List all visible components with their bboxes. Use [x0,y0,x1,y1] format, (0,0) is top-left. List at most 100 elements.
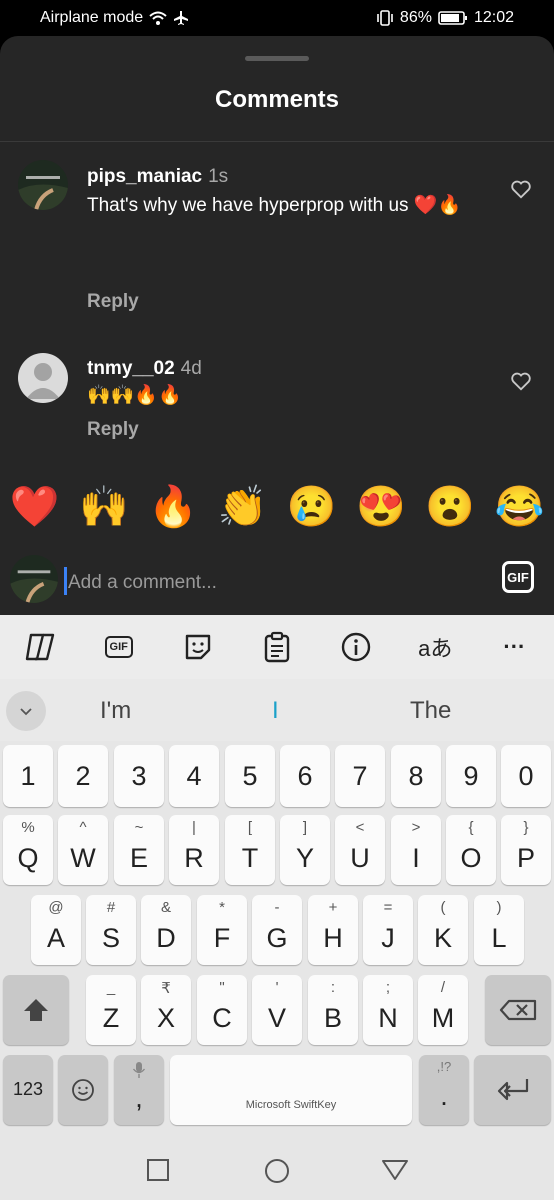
key-x[interactable]: ₹ X [141,975,191,1045]
enter-key[interactable] [474,1055,551,1125]
drag-handle[interactable] [245,56,309,61]
key-f[interactable]: * F [197,895,247,965]
backspace-icon [499,999,537,1021]
key-k[interactable]: (K [418,895,468,965]
avatar [10,555,58,603]
keyboard-toolbar: GIF aあ ··· [0,615,554,679]
home-icon[interactable] [264,1158,290,1184]
microphone-icon [132,1062,146,1078]
key-e[interactable]: ~ E [114,815,164,885]
airplane-mode-label: Airplane mode [40,9,144,26]
battery-icon [438,11,467,25]
key-7[interactable]: 7 [335,745,385,807]
key-a[interactable]: @ A [31,895,81,965]
collapse-suggestions-button[interactable] [6,691,46,731]
reaction-laughing[interactable]: 😂 [494,483,544,530]
recent-apps-icon[interactable] [146,1159,170,1181]
wifi-icon [149,11,167,25]
key-r[interactable]: | R [169,815,219,885]
reaction-heart[interactable]: ❤️ [10,483,60,530]
key-j[interactable]: = J [363,895,413,965]
reaction-surprised[interactable]: 😮 [425,483,475,530]
shift-icon [24,999,48,1021]
comment-text: That's why we have hyperprop with us ❤️🔥 [87,195,462,216]
gif-button[interactable]: GIF [502,561,534,593]
translate-icon[interactable]: aあ [417,629,453,665]
suggestion-3[interactable]: The [410,697,451,725]
reaction-heart-eyes[interactable]: 😍 [356,483,406,530]
avatar[interactable] [18,353,68,403]
key-4[interactable]: 4 [169,745,219,807]
key-y[interactable]: ] Y [280,815,330,885]
reaction-sad[interactable]: 😢 [287,483,337,530]
keyboard: GIF aあ ··· I'm I The 1 2 3 4 5 6 7 8 9 0 [0,615,554,1200]
like-heart-icon[interactable] [510,178,532,200]
reaction-clap[interactable]: 👏 [217,483,267,530]
airplane-icon [174,11,189,25]
quick-reactions-bar: ❤️ 🙌 🔥 👏 😢 😍 😮 😂 [0,476,554,536]
key-m[interactable]: / M [418,975,468,1045]
key-w[interactable]: ^ W [58,815,108,885]
copilot-icon[interactable] [22,629,58,665]
comment-text: 🙌🙌🔥🔥 [87,385,182,406]
suggestion-bar: I'm I The [0,679,554,741]
key-i[interactable]: > I [391,815,441,885]
key-g[interactable]: -G [252,895,302,965]
clipboard-icon[interactable] [259,629,295,665]
key-q[interactable]: % Q [3,815,53,885]
key-t[interactable]: [T [225,815,275,885]
key-9[interactable]: 9 [446,745,496,807]
numbers-key[interactable]: 123 [3,1055,53,1125]
info-icon[interactable] [338,629,374,665]
status-bar: Airplane mode 86% 12:02 [0,0,554,36]
navigation-bar [0,1140,554,1200]
key-n[interactable]: ; N [363,975,413,1045]
suggestion-2[interactable]: I [272,697,279,725]
sticker-icon[interactable] [180,629,216,665]
key-8[interactable]: 8 [391,745,441,807]
key-c[interactable]: " C [197,975,247,1045]
key-l[interactable]: ) L [474,895,524,965]
reaction-raised-hands[interactable]: 🙌 [79,483,129,530]
reaction-fire[interactable]: 🔥 [148,483,198,530]
comment-username[interactable]: tnmy__02 4d [87,358,202,380]
key-5[interactable]: 5 [225,745,275,807]
enter-icon [497,1079,529,1101]
key-u[interactable]: < U [335,815,385,885]
reply-button[interactable]: Reply [87,419,139,441]
comment-input[interactable] [68,569,448,597]
key-h[interactable]: + H [308,895,358,965]
reply-button[interactable]: Reply [87,291,139,313]
key-p[interactable]: } P [501,815,551,885]
key-2[interactable]: 2 [58,745,108,807]
gif-icon[interactable]: GIF [101,629,137,665]
key-6[interactable]: 6 [280,745,330,807]
emoji-key[interactable] [58,1055,108,1125]
key-v[interactable]: ' V [252,975,302,1045]
more-icon[interactable]: ··· [496,629,532,665]
comment-time: 1s [208,166,229,187]
comments-sheet: Comments pips_maniac 1s That's why we hav… [0,36,554,616]
comma-key[interactable]: , [114,1055,164,1125]
period-key[interactable]: ,!? . [419,1055,469,1125]
backspace-key[interactable] [485,975,551,1045]
vibrate-icon [377,10,393,26]
space-bar[interactable]: Microsoft SwiftKey [170,1055,412,1125]
key-b[interactable]: :B [308,975,358,1045]
comments-list[interactable]: pips_maniac 1s That's why we have hyperpr… [0,142,554,472]
avatar[interactable] [18,160,68,210]
comment-username[interactable]: pips_maniac 1s [87,166,228,188]
like-heart-icon[interactable] [510,370,532,392]
suggestion-1[interactable]: I'm [100,697,131,725]
back-icon[interactable] [381,1159,409,1181]
sheet-title: Comments [214,86,340,113]
key-z[interactable]: _ Z [86,975,136,1045]
key-3[interactable]: 3 [114,745,164,807]
key-o[interactable]: {O [446,815,496,885]
shift-key[interactable] [3,975,69,1045]
key-0[interactable]: 0 [501,745,551,807]
key-s[interactable]: # S [86,895,136,965]
key-1[interactable]: 1 [3,745,53,807]
key-d[interactable]: & D [141,895,191,965]
comment-composer: GIF [0,541,554,615]
